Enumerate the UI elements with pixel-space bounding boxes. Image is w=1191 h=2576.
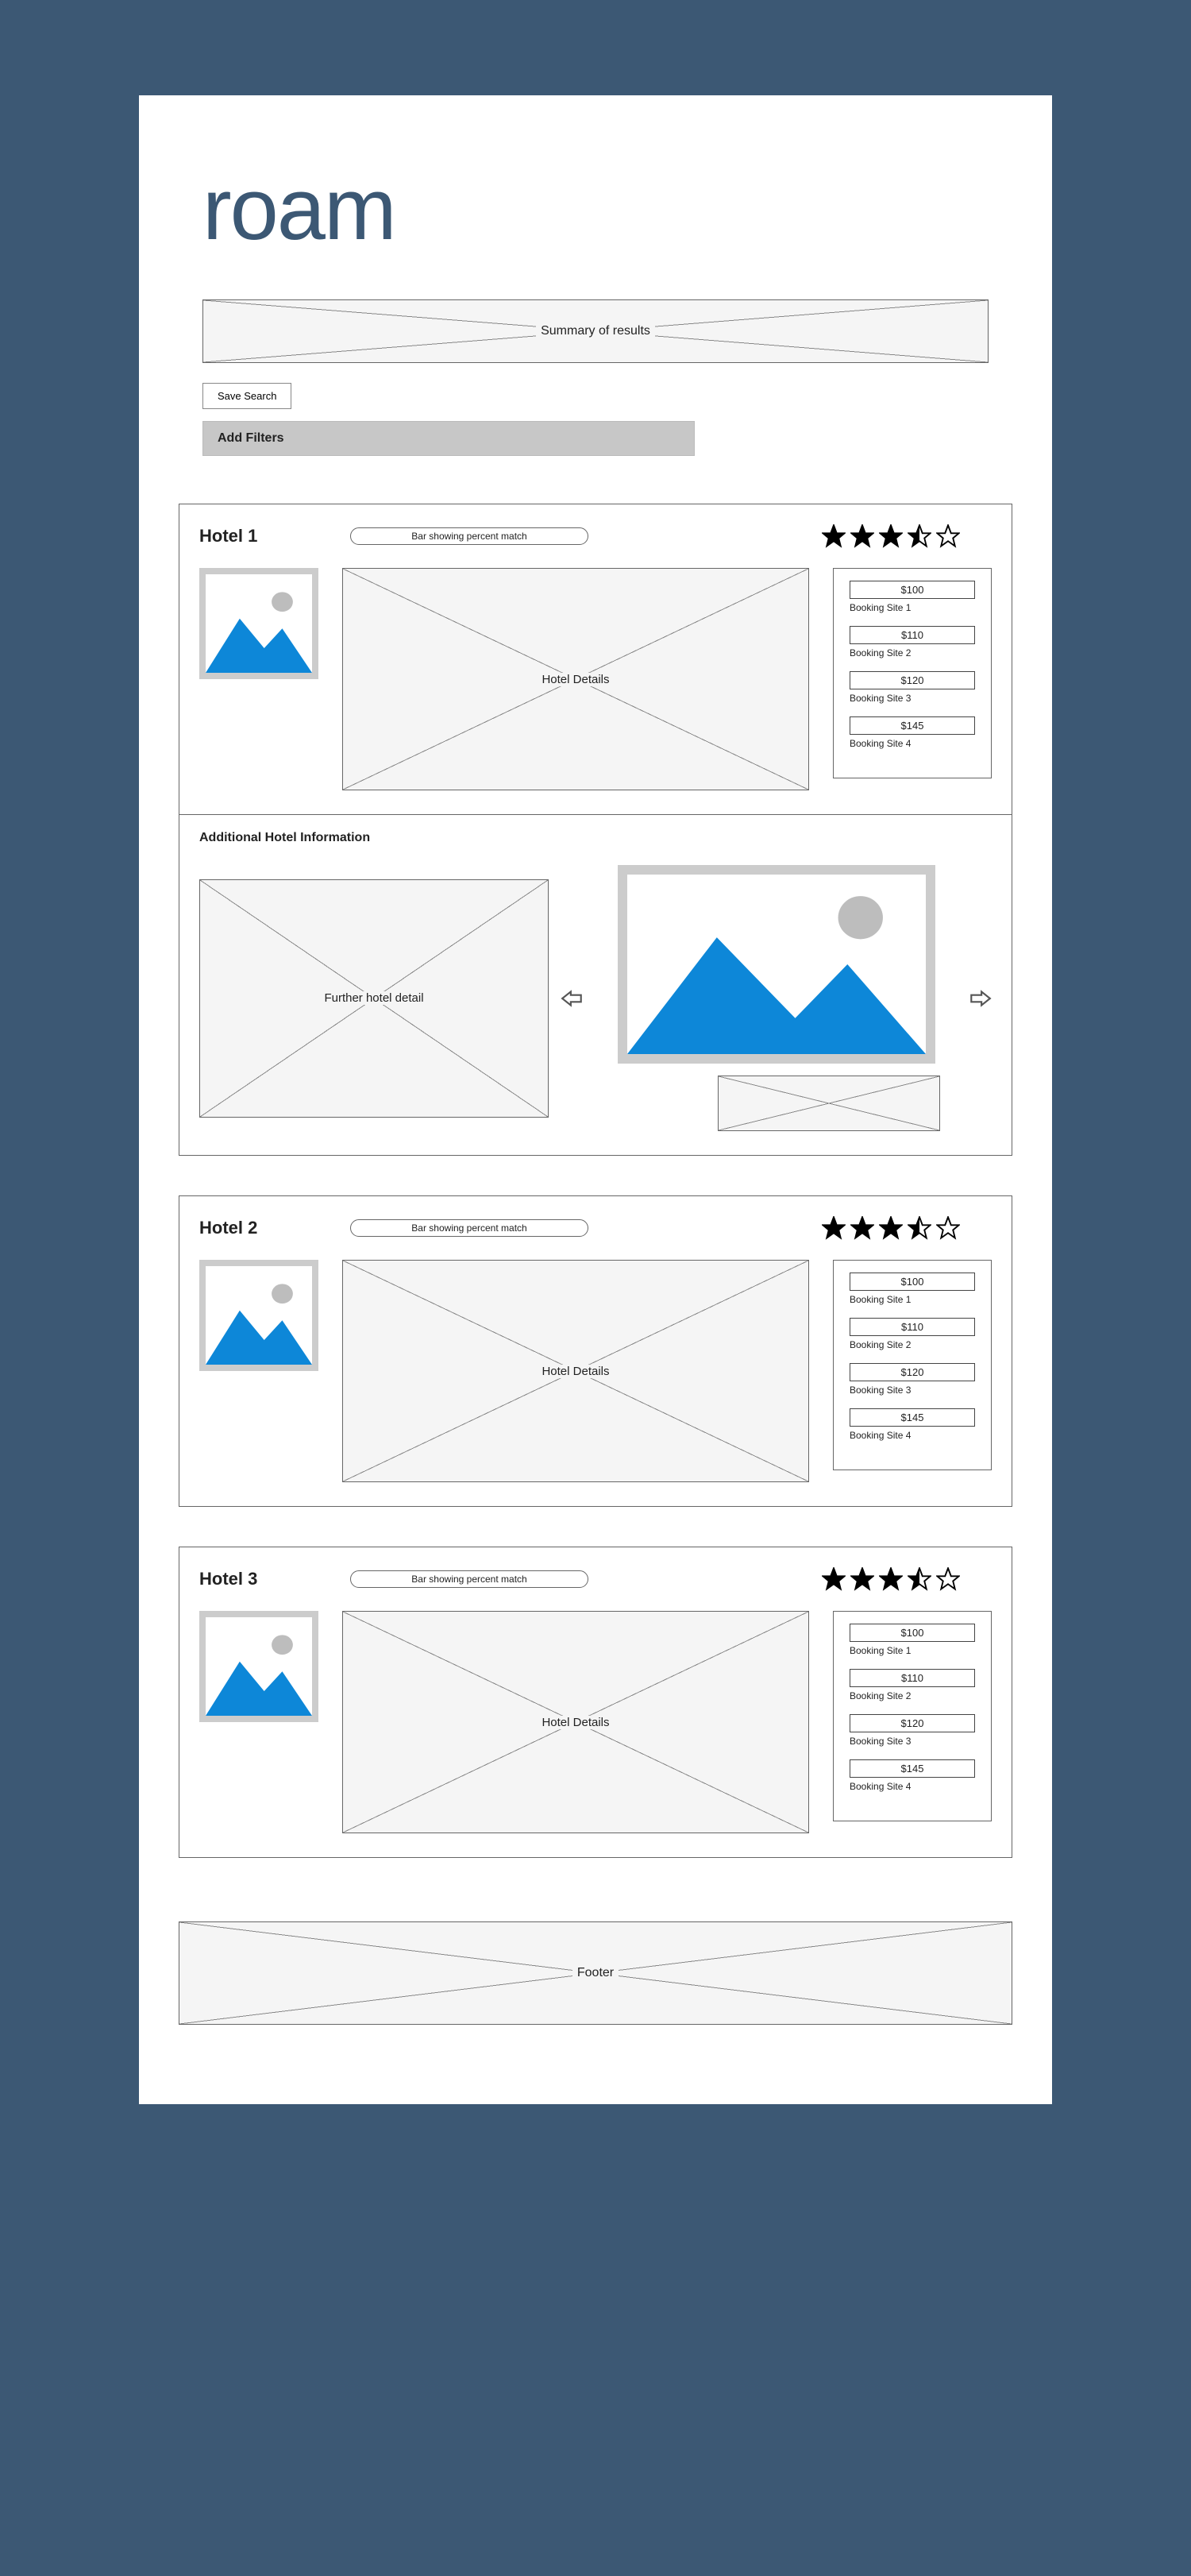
price-button[interactable]: $110 — [850, 1318, 975, 1336]
booking-site-label: Booking Site 3 — [850, 1385, 975, 1396]
page-canvas: roam Summary of results Save Search Add … — [139, 95, 1052, 2104]
add-filters-bar[interactable]: Add Filters — [202, 421, 695, 456]
price-button[interactable]: $145 — [850, 1759, 975, 1778]
further-detail-placeholder: Further hotel detail — [199, 879, 549, 1118]
price-button[interactable]: $120 — [850, 1714, 975, 1732]
price-column: $100 Booking Site 1 $110 Booking Site 2 … — [833, 1260, 992, 1470]
percent-match-bar: Bar showing percent match — [350, 1570, 588, 1588]
hotel-thumbnail — [199, 568, 318, 679]
price-item: $100 Booking Site 1 — [850, 1273, 975, 1305]
price-item: $100 Booking Site 1 — [850, 1624, 975, 1656]
star-icon — [936, 1216, 960, 1240]
star-rating — [822, 1216, 960, 1240]
star-rating — [822, 524, 960, 548]
additional-info-heading: Additional Hotel Information — [199, 831, 992, 845]
hotel-name: Hotel 2 — [199, 1218, 326, 1238]
percent-match-bar: Bar showing percent match — [350, 1219, 588, 1237]
hotel-details-placeholder: Hotel Details — [342, 1611, 809, 1833]
star-icon — [936, 524, 960, 548]
star-rating — [822, 1567, 960, 1591]
summary-placeholder: Summary of results — [202, 299, 989, 363]
star-icon — [936, 1567, 960, 1591]
price-item: $120 Booking Site 3 — [850, 1363, 975, 1396]
booking-site-label: Booking Site 1 — [850, 1645, 975, 1656]
price-button[interactable]: $100 — [850, 1273, 975, 1291]
price-item: $145 Booking Site 4 — [850, 716, 975, 749]
hotel-details-label: Hotel Details — [537, 1365, 614, 1378]
price-item: $145 Booking Site 4 — [850, 1759, 975, 1792]
hotel-details-placeholder: Hotel Details — [342, 1260, 809, 1482]
star-icon — [822, 1567, 846, 1591]
booking-site-label: Booking Site 3 — [850, 693, 975, 704]
booking-site-label: Booking Site 1 — [850, 602, 975, 613]
booking-site-label: Booking Site 2 — [850, 1690, 975, 1701]
star-icon — [879, 524, 903, 548]
price-item: $110 Booking Site 2 — [850, 1318, 975, 1350]
hotel-details-label: Hotel Details — [537, 1716, 614, 1729]
hotel-card: Hotel 3 Bar showing percent match Hotel … — [179, 1547, 1012, 1858]
save-search-button[interactable]: Save Search — [202, 383, 291, 409]
hotel-details-placeholder: Hotel Details — [342, 568, 809, 790]
hotel-details-label: Hotel Details — [537, 673, 614, 686]
booking-site-label: Booking Site 2 — [850, 647, 975, 658]
price-button[interactable]: $145 — [850, 1408, 975, 1427]
price-column: $100 Booking Site 1 $110 Booking Site 2 … — [833, 1611, 992, 1821]
hotel-card: Hotel 1 Bar showing percent match Hotel … — [179, 504, 1012, 1156]
booking-site-label: Booking Site 3 — [850, 1736, 975, 1747]
price-button[interactable]: $110 — [850, 1669, 975, 1687]
carousel-prev-icon[interactable] — [561, 987, 584, 1010]
price-item: $120 Booking Site 3 — [850, 671, 975, 704]
hotel-thumbnail — [199, 1611, 318, 1722]
star-icon — [822, 524, 846, 548]
star-icon — [908, 1216, 931, 1240]
star-icon — [908, 524, 931, 548]
hotel-thumbnail — [199, 1260, 318, 1371]
price-column: $100 Booking Site 1 $110 Booking Site 2 … — [833, 568, 992, 778]
star-icon — [879, 1216, 903, 1240]
price-button[interactable]: $100 — [850, 1624, 975, 1642]
hotel-card: Hotel 2 Bar showing percent match Hotel … — [179, 1195, 1012, 1507]
carousel-image — [618, 865, 935, 1064]
booking-site-label: Booking Site 4 — [850, 1430, 975, 1441]
price-button[interactable]: $120 — [850, 1363, 975, 1381]
footer-placeholder: Footer — [179, 1921, 1012, 2025]
summary-label: Summary of results — [536, 324, 655, 338]
star-icon — [850, 1216, 874, 1240]
price-item: $100 Booking Site 1 — [850, 581, 975, 613]
booking-site-label: Booking Site 1 — [850, 1294, 975, 1305]
star-icon — [879, 1567, 903, 1591]
carousel-next-icon[interactable] — [968, 987, 992, 1010]
hotel-name: Hotel 1 — [199, 526, 326, 546]
percent-match-bar: Bar showing percent match — [350, 527, 588, 545]
footer-label: Footer — [572, 1966, 619, 1980]
star-icon — [822, 1216, 846, 1240]
booking-site-label: Booking Site 4 — [850, 1781, 975, 1792]
hotel-name: Hotel 3 — [199, 1569, 326, 1589]
star-icon — [908, 1567, 931, 1591]
further-detail-label: Further hotel detail — [319, 991, 428, 1005]
price-item: $120 Booking Site 3 — [850, 1714, 975, 1747]
carousel-caption-placeholder — [718, 1076, 940, 1131]
price-item: $110 Booking Site 2 — [850, 1669, 975, 1701]
star-icon — [850, 1567, 874, 1591]
star-icon — [850, 524, 874, 548]
booking-site-label: Booking Site 4 — [850, 738, 975, 749]
price-button[interactable]: $110 — [850, 626, 975, 644]
price-item: $145 Booking Site 4 — [850, 1408, 975, 1441]
price-item: $110 Booking Site 2 — [850, 626, 975, 658]
booking-site-label: Booking Site 2 — [850, 1339, 975, 1350]
price-button[interactable]: $100 — [850, 581, 975, 599]
brand-logo: roam — [202, 159, 1028, 260]
price-button[interactable]: $145 — [850, 716, 975, 735]
price-button[interactable]: $120 — [850, 671, 975, 689]
